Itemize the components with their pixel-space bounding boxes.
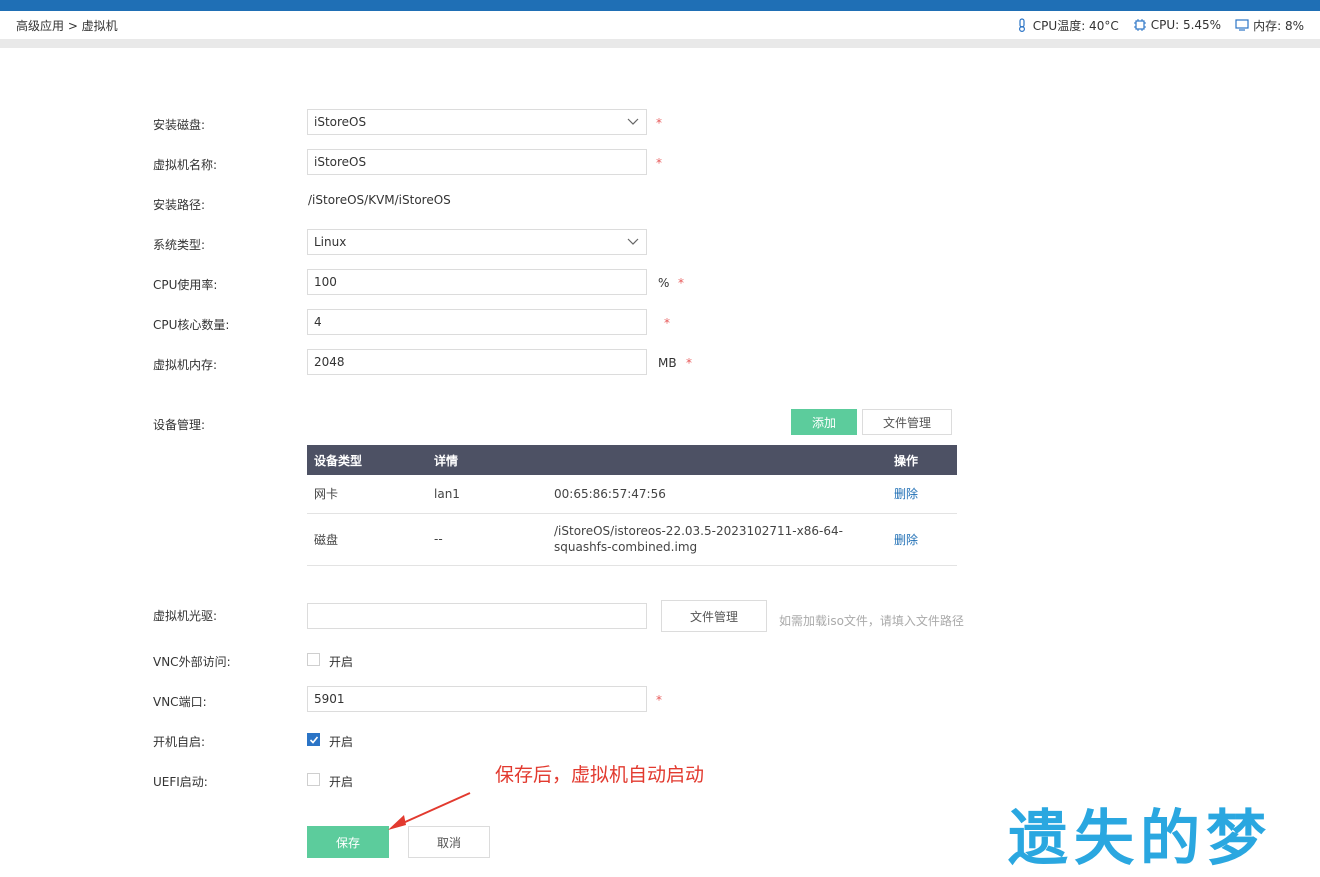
memory-unit: MB: [658, 356, 677, 370]
device-table: 设备类型 详情 操作 网卡 lan1 00:65:86:57:47:56 删除 …: [307, 445, 957, 566]
cpu-rate-unit: %: [658, 276, 670, 290]
add-device-button[interactable]: 添加: [791, 409, 857, 435]
name-label: 虚拟机名称:: [153, 158, 218, 172]
breadcrumb: 高级应用 > 虚拟机: [16, 18, 118, 33]
name-required-mark: *: [656, 156, 662, 170]
cpu-rate-label: CPU使用率:: [153, 278, 218, 292]
vnc-access-option: 开启: [329, 655, 354, 669]
memory-input-value: 2048: [314, 355, 345, 369]
devices-label: 设备管理:: [153, 418, 206, 432]
cdrom-file-manager-button[interactable]: 文件管理: [661, 600, 767, 632]
os-type-select-value: Linux: [314, 235, 347, 249]
device-action-cell: 删除: [887, 475, 957, 514]
monitor-icon: [1235, 19, 1249, 31]
disk-required-mark: *: [656, 116, 662, 130]
name-input[interactable]: iStoreOS: [307, 149, 647, 175]
memory-label: 虚拟机内存:: [153, 358, 218, 372]
vnc-access-checkbox[interactable]: [307, 653, 320, 666]
memory-stat: 内存: 8%: [1235, 17, 1304, 34]
annotation-arrow-icon: [388, 792, 471, 830]
autostart-option: 开启: [329, 735, 354, 749]
vnc-port-required-mark: *: [656, 693, 662, 707]
device-type-cell: 磁盘: [307, 513, 427, 566]
chevron-down-icon: [627, 238, 639, 245]
column-header-action: 操作: [887, 445, 957, 475]
path-value: /iStoreOS/KVM/iStoreOS: [308, 193, 451, 207]
memory-required-mark: *: [686, 356, 692, 370]
thermometer-icon: [1018, 18, 1025, 32]
disk-select-value: iStoreOS: [314, 115, 367, 129]
top-accent-bar: [0, 0, 1320, 11]
device-detail-cell: lan1: [427, 475, 547, 514]
cpu-usage-stat: CPU: 5.45%: [1133, 18, 1221, 32]
column-header-extra: [547, 445, 887, 475]
cdrom-label: 虚拟机光驱:: [153, 609, 218, 623]
system-stats: CPU温度: 40°C CPU: 5.45% 内存: 8%: [1015, 17, 1304, 34]
device-table-header: 设备类型 详情 操作: [307, 445, 957, 475]
device-action-cell: 删除: [887, 513, 957, 566]
uefi-label: UEFI启动:: [153, 775, 208, 789]
cpu-usage-value: CPU: 5.45%: [1150, 18, 1222, 32]
path-label: 安装路径:: [153, 198, 206, 212]
cpu-cores-label: CPU核心数量:: [153, 318, 230, 332]
header-divider: [0, 39, 1320, 48]
cpu-cores-input[interactable]: 4: [307, 309, 647, 335]
cdrom-input[interactable]: [307, 603, 647, 629]
os-type-select[interactable]: Linux: [307, 229, 647, 255]
cpu-cores-value: 4: [314, 315, 322, 329]
cpu-rate-required-mark: *: [678, 276, 684, 290]
vnc-port-label: VNC端口:: [153, 695, 207, 709]
watermark-logo: 遗失的梦: [1008, 804, 1272, 874]
device-extra-cell: /iStoreOS/istoreos-22.03.5-2023102711-x8…: [547, 513, 887, 566]
chip-icon: [1133, 19, 1146, 31]
device-file-manager-button[interactable]: 文件管理: [862, 409, 952, 435]
memory-value: 内存: 8%: [1253, 18, 1304, 33]
vnc-access-label: VNC外部访问:: [153, 655, 231, 669]
name-input-value: iStoreOS: [314, 155, 367, 169]
autostart-checkbox[interactable]: [307, 733, 320, 746]
cpu-temp-value: CPU温度: 40°C: [1032, 18, 1119, 33]
column-header-type: 设备类型: [307, 445, 427, 475]
disk-select[interactable]: iStoreOS: [307, 109, 647, 135]
header-bar: 高级应用 > 虚拟机 CPU温度: 40°C CPU: 5.45% 内存: 8%: [0, 11, 1320, 39]
os-type-label: 系统类型:: [153, 238, 206, 252]
uefi-option: 开启: [329, 775, 354, 789]
cpu-cores-required-mark: *: [664, 316, 670, 330]
cpu-rate-input[interactable]: 100: [307, 269, 647, 295]
save-button[interactable]: 保存: [307, 826, 389, 858]
vnc-port-value: 5901: [314, 692, 345, 706]
table-row: 磁盘 -- /iStoreOS/istoreos-22.03.5-2023102…: [307, 513, 957, 566]
device-extra-cell: 00:65:86:57:47:56: [547, 475, 887, 514]
column-header-detail: 详情: [427, 445, 547, 475]
cpu-temp-stat: CPU温度: 40°C: [1015, 17, 1119, 34]
checkmark-icon: [309, 736, 319, 744]
uefi-checkbox[interactable]: [307, 773, 320, 786]
autostart-label: 开机自启:: [153, 735, 206, 749]
delete-device-link[interactable]: 删除: [894, 533, 918, 547]
vnc-port-input[interactable]: 5901: [307, 686, 647, 712]
annotation-text: 保存后，虚拟机自动启动: [495, 764, 705, 786]
cpu-rate-value: 100: [314, 275, 337, 289]
chevron-down-icon: [627, 118, 639, 125]
table-row: 网卡 lan1 00:65:86:57:47:56 删除: [307, 475, 957, 514]
cdrom-hint: 如需加载iso文件，请填入文件路径: [779, 614, 964, 628]
memory-input[interactable]: 2048: [307, 349, 647, 375]
device-detail-cell: --: [427, 513, 547, 566]
delete-device-link[interactable]: 删除: [894, 487, 918, 501]
disk-label: 安装磁盘:: [153, 118, 206, 132]
device-type-cell: 网卡: [307, 475, 427, 514]
